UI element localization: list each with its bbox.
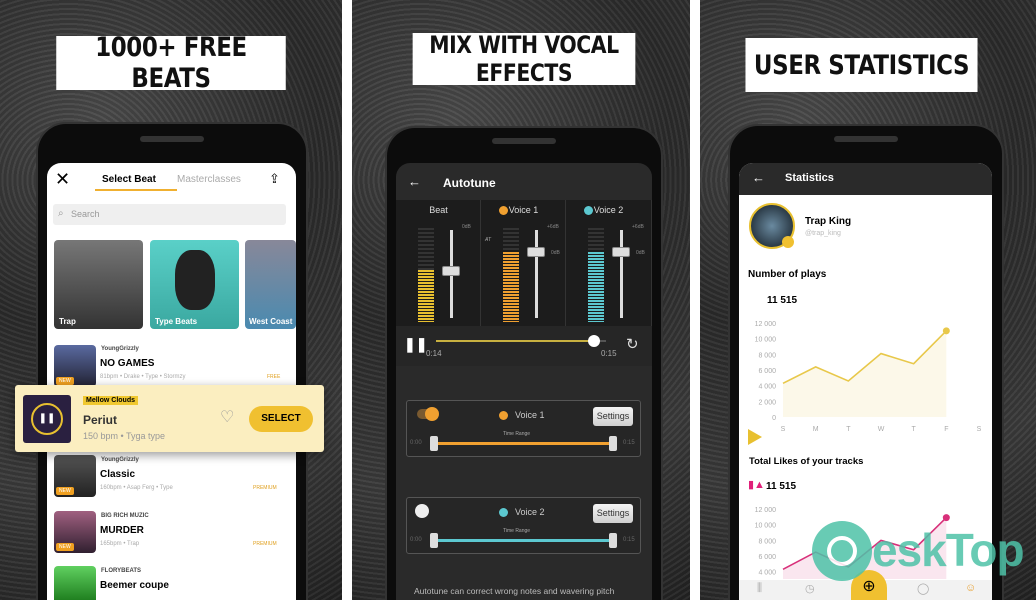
y-tick-label: 8 000	[758, 352, 776, 359]
data-point	[942, 327, 950, 335]
y-tick-label: 2 000	[758, 399, 776, 406]
range-start-handle[interactable]	[430, 533, 438, 548]
search-input[interactable]: ⌕ Search	[53, 204, 286, 225]
y-tick-label: 4 000	[758, 384, 776, 391]
banner: 1000+ FREE BEATS	[56, 32, 286, 94]
category-west-coast[interactable]: West Coast	[245, 240, 296, 329]
select-button[interactable]: SELECT	[249, 406, 313, 432]
tab-select-beat[interactable]: Select Beat	[102, 174, 156, 185]
x-tick-label: S	[977, 426, 982, 433]
settings-button[interactable]: Settings	[593, 407, 633, 426]
voice-toggle[interactable]	[415, 504, 437, 518]
x-tick-label: F	[944, 426, 948, 433]
pause-button[interactable]: ❚❚	[23, 395, 71, 443]
x-tick-label: T	[912, 426, 917, 433]
range-end-handle[interactable]	[609, 436, 617, 451]
x-tick-label: S	[781, 426, 786, 433]
panel-free-beats: 1000+ FREE BEATS ✕ Select Beat Mastercla…	[0, 0, 342, 600]
now-playing-card[interactable]: ❚❚ Mellow Clouds Periut 150 bpm • Tyga t…	[15, 385, 324, 452]
voice-name: Voice 1	[515, 410, 545, 420]
y-tick-label: 10 000	[755, 523, 777, 530]
upload-icon[interactable]: ⇪	[269, 171, 280, 187]
banner: USER STATISTICS	[745, 38, 978, 92]
time-end: 0:15	[601, 349, 617, 358]
y-tick-label: 4 000	[758, 570, 776, 577]
y-tick-label: 0	[772, 415, 776, 422]
back-arrow-icon[interactable]: ←	[408, 174, 421, 189]
voice-card: Voice 1 Settings Time Range 0:00 0:15	[406, 400, 641, 457]
close-icon[interactable]: ✕	[55, 169, 70, 190]
fader-knob[interactable]	[527, 247, 545, 257]
panel-user-statistics: USER STATISTICS ← Statistics Trap King @…	[700, 0, 1036, 600]
voice-color-dot	[499, 508, 508, 517]
track-title: Periut	[83, 413, 118, 427]
voice-name: Voice 2	[515, 507, 545, 517]
x-tick-label: T	[846, 426, 851, 433]
beat-list-item[interactable]: NEW YoungGrizzly Classic 160bpm • Asap F…	[47, 455, 296, 500]
volume-fader[interactable]	[535, 230, 538, 318]
level-meter	[503, 228, 519, 322]
fader-knob[interactable]	[442, 266, 460, 276]
x-tick-label: M	[813, 426, 819, 433]
screen-title: Autotune	[443, 176, 496, 190]
level-meter	[588, 228, 604, 322]
channel-color-dot	[584, 206, 593, 215]
y-tick-label: 12 000	[755, 507, 777, 514]
banner: MIX WITH VOCAL EFFECTS	[412, 31, 636, 87]
time-range-slider[interactable]	[435, 442, 613, 445]
pause-button[interactable]: ❚❚	[404, 336, 427, 353]
channel-color-dot	[499, 206, 508, 215]
search-icon: ⌕	[58, 208, 64, 219]
nav-charts-icon[interactable]: ⫼	[757, 582, 762, 595]
area-fill	[783, 330, 947, 417]
category-type-beats[interactable]: Type Beats	[150, 240, 239, 329]
watermark-logo: eskTop	[812, 518, 1025, 588]
time-current: 0:14	[426, 349, 442, 358]
x-tick-label: W	[878, 426, 885, 433]
volume-fader[interactable]	[620, 230, 623, 318]
y-tick-label: 8 000	[758, 538, 776, 545]
voice-card: Voice 2 Settings Time Range 0:00 0:15	[406, 497, 641, 554]
time-range-slider[interactable]	[435, 539, 613, 542]
range-end-handle[interactable]	[609, 533, 617, 548]
heart-icon[interactable]: ♡	[220, 407, 234, 427]
progress-slider[interactable]	[436, 335, 606, 347]
y-tick-label: 6 000	[758, 368, 776, 375]
range-start-handle[interactable]	[430, 436, 438, 451]
channel-strip: Voice 2 +6dB 0dB	[566, 200, 652, 326]
voice-color-dot	[499, 411, 508, 420]
search-placeholder: Search	[71, 209, 100, 219]
tab-masterclasses[interactable]: Masterclasses	[177, 174, 241, 185]
track-meta: 150 bpm • Tyga type	[83, 431, 166, 441]
playback-bar: ❚❚ 0:14 0:15 ↻	[396, 326, 652, 366]
channel-strip: Beat 0dB	[396, 200, 481, 326]
voice-toggle[interactable]	[417, 407, 439, 421]
panel-vocal-effects: MIX WITH VOCAL EFFECTS ← Autotune ❚❚ 0:1…	[352, 0, 690, 600]
y-tick-label: 6 000	[758, 554, 776, 561]
footer-text: Autotune can correct wrong notes and wav…	[414, 586, 615, 596]
genre-badge: Mellow Clouds	[83, 396, 138, 405]
level-meter	[418, 228, 434, 322]
repeat-icon[interactable]: ↻	[626, 335, 639, 353]
beat-list-item[interactable]: NEW YoungGrizzly NO GAMES 81bpm • Drake …	[47, 345, 296, 387]
y-tick-label: 12 000	[755, 321, 777, 328]
fader-knob[interactable]	[612, 247, 630, 257]
channel-strip: Voice 1 +6dB 0dB AT	[481, 200, 566, 326]
beat-selection-screen: ✕ Select Beat Masterclasses ⇪ ⌕ Search T…	[47, 163, 296, 600]
category-trap[interactable]: Trap	[54, 240, 143, 329]
settings-button[interactable]: Settings	[593, 504, 633, 523]
beat-list-item[interactable]: NEW BIG RICH MUZIC MURDER 165bpm • Trap …	[47, 511, 296, 556]
beat-list-item[interactable]: FLORYBEATS Beemer coupe	[47, 566, 296, 600]
y-tick-label: 10 000	[755, 337, 777, 344]
